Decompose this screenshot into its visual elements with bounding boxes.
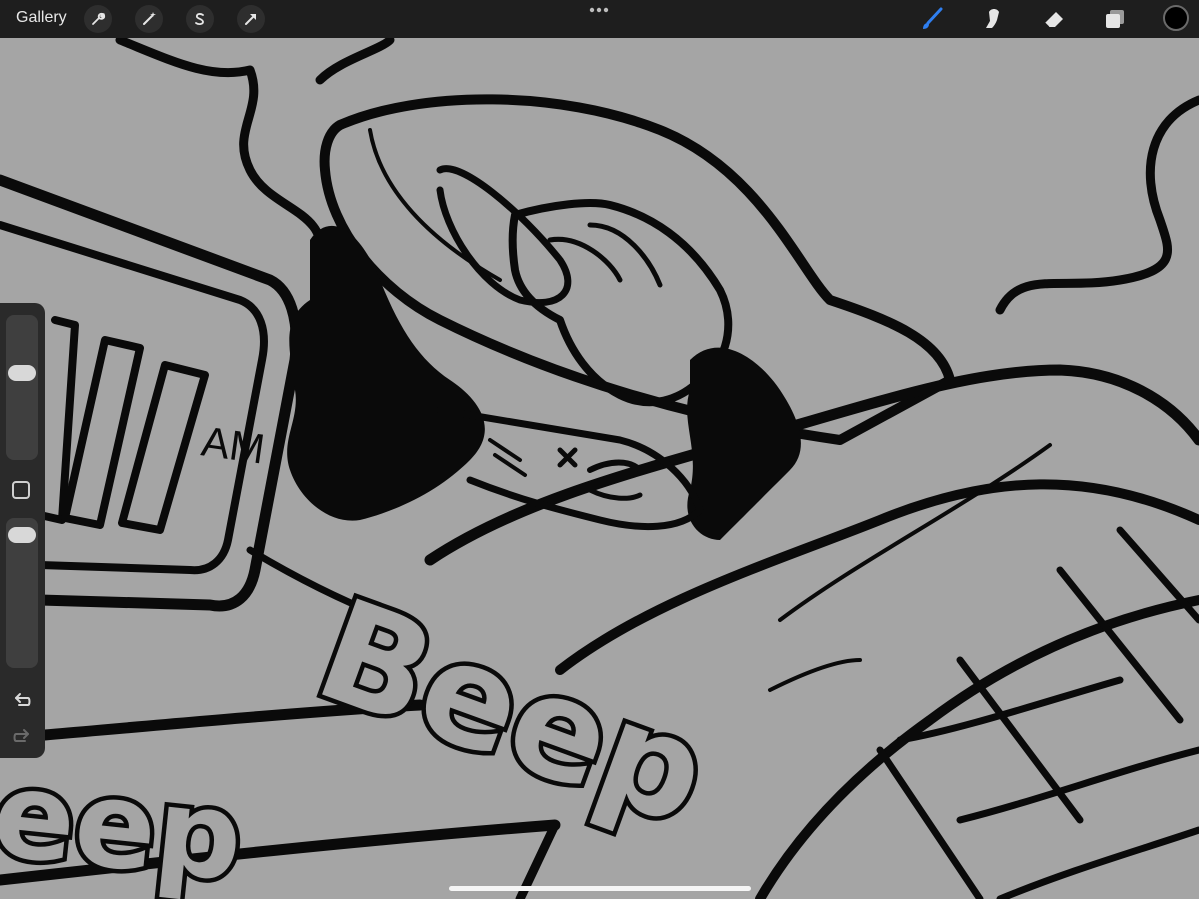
home-indicator[interactable] xyxy=(449,886,751,891)
drawing-canvas[interactable]: AM Beep eep xyxy=(0,0,1199,899)
blanket-crease-1 xyxy=(778,443,1052,622)
smoke-line-right xyxy=(995,95,1199,315)
plaid-line-6 xyxy=(956,746,1199,824)
plaid-line-4 xyxy=(876,746,984,899)
smudge-icon[interactable] xyxy=(979,5,1007,33)
eraser-icon[interactable] xyxy=(1040,5,1068,33)
left-sidebar xyxy=(0,303,45,758)
clock-am-label: AM xyxy=(199,417,268,472)
blanket-fold xyxy=(555,479,1199,675)
layers-icon[interactable] xyxy=(1101,5,1129,33)
brush-icon[interactable] xyxy=(918,5,946,33)
blanket-crease-2 xyxy=(768,658,862,692)
blanket-top-edge xyxy=(424,364,1199,566)
color-picker-button[interactable] xyxy=(1163,5,1189,31)
sfx-beep-left: eep xyxy=(0,745,249,899)
transform-arrow-icon[interactable] xyxy=(237,5,265,33)
brush-size-slider[interactable] xyxy=(6,315,38,460)
pillow-line xyxy=(368,128,502,282)
selection-s-icon[interactable] xyxy=(186,5,214,33)
pillow-crease xyxy=(436,165,572,307)
hair-left xyxy=(287,225,485,521)
plaid-line-7 xyxy=(996,826,1199,899)
opacity-thumb[interactable] xyxy=(8,527,36,543)
undo-icon[interactable] xyxy=(9,689,35,711)
adjustments-magic-wand-icon[interactable] xyxy=(135,5,163,33)
redo-icon[interactable] xyxy=(9,725,35,747)
blush-lines xyxy=(488,438,527,477)
modify-square-button[interactable] xyxy=(12,481,30,499)
smoke-line-top xyxy=(315,35,395,85)
top-toolbar: Gallery xyxy=(0,0,1199,38)
hair-right xyxy=(687,347,801,540)
actions-wrench-icon[interactable] xyxy=(84,5,112,33)
plaid-line-3 xyxy=(956,656,1084,824)
more-options-icon[interactable] xyxy=(588,4,610,16)
smoke-line-left xyxy=(115,35,326,265)
eye-squint xyxy=(557,447,578,468)
plaid-line-1 xyxy=(1056,566,1184,724)
gritted-teeth xyxy=(587,487,643,501)
gallery-button[interactable]: Gallery xyxy=(16,9,67,27)
brush-size-thumb[interactable] xyxy=(8,365,36,381)
